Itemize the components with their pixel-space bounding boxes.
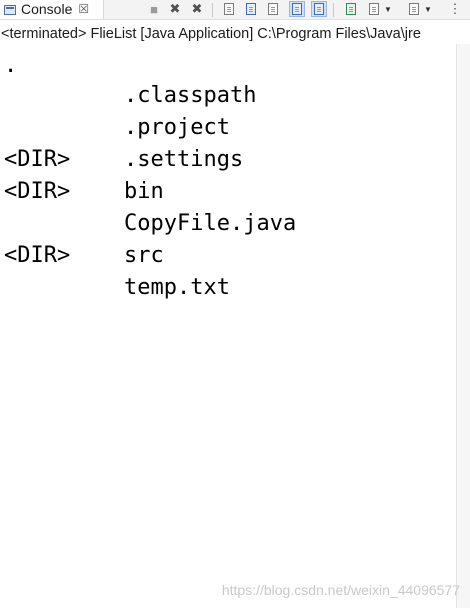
word-wrap-icon[interactable] bbox=[265, 1, 281, 17]
scroll-lock-icon[interactable] bbox=[243, 1, 259, 17]
chevron-down-icon[interactable]: ▼ bbox=[382, 1, 394, 17]
close-icon[interactable]: ☒ bbox=[78, 0, 89, 19]
console-line: .classpath bbox=[4, 80, 256, 112]
toolbar-separator bbox=[212, 3, 213, 17]
dir-tag: . bbox=[4, 53, 18, 78]
file-name: CopyFile.java bbox=[124, 211, 297, 236]
console-line: CopyFile.java bbox=[4, 208, 296, 240]
remove-all-icon[interactable]: ✖ bbox=[189, 1, 205, 17]
tab-label: Console bbox=[21, 1, 73, 17]
toolbar-separator bbox=[333, 3, 334, 17]
stop-icon[interactable]: ■ bbox=[146, 1, 162, 17]
console-output[interactable]: . .classpath .project <DIR> .settings <DI… bbox=[0, 50, 456, 608]
console-line: temp.txt bbox=[4, 272, 230, 304]
file-name: temp.txt bbox=[124, 275, 230, 300]
file-name: bin bbox=[124, 179, 164, 204]
dir-tag: <DIR> bbox=[4, 243, 71, 268]
open-console-icon[interactable] bbox=[406, 1, 422, 17]
display-console-icon[interactable] bbox=[366, 1, 382, 17]
dir-tag: <DIR> bbox=[4, 179, 71, 204]
file-name: .project bbox=[124, 115, 230, 140]
process-status: <terminated> FlieList [Java Application]… bbox=[1, 26, 421, 42]
console-line: <DIR> .settings bbox=[4, 144, 243, 176]
show-stderr-icon[interactable] bbox=[311, 1, 327, 17]
console-view-toolbar: Console ☒ ■ ✖ ✖ ▼ ▼ ⋮ bbox=[0, 0, 470, 20]
chevron-down-icon[interactable]: ▼ bbox=[422, 1, 434, 17]
console-line: <DIR> src bbox=[4, 240, 164, 272]
console-line: .project bbox=[4, 112, 230, 144]
pin-icon[interactable] bbox=[343, 1, 359, 17]
file-name: src bbox=[124, 243, 164, 268]
remove-icon[interactable]: ✖ bbox=[167, 1, 183, 17]
file-name: .classpath bbox=[124, 83, 257, 108]
tab-console[interactable]: Console ☒ bbox=[0, 0, 104, 19]
file-name: .settings bbox=[124, 147, 244, 172]
clear-console-icon[interactable] bbox=[221, 1, 237, 17]
dir-tag: <DIR> bbox=[4, 147, 71, 172]
console-line: . bbox=[4, 50, 124, 82]
console-line: <DIR> bin bbox=[4, 176, 164, 208]
show-stdout-icon[interactable] bbox=[289, 1, 305, 17]
view-menu-icon[interactable]: ⋮ bbox=[448, 1, 462, 17]
vertical-scrollbar[interactable] bbox=[456, 44, 470, 608]
watermark: https://blog.csdn.net/weixin_44096577 bbox=[221, 582, 460, 598]
console-icon bbox=[4, 4, 16, 15]
